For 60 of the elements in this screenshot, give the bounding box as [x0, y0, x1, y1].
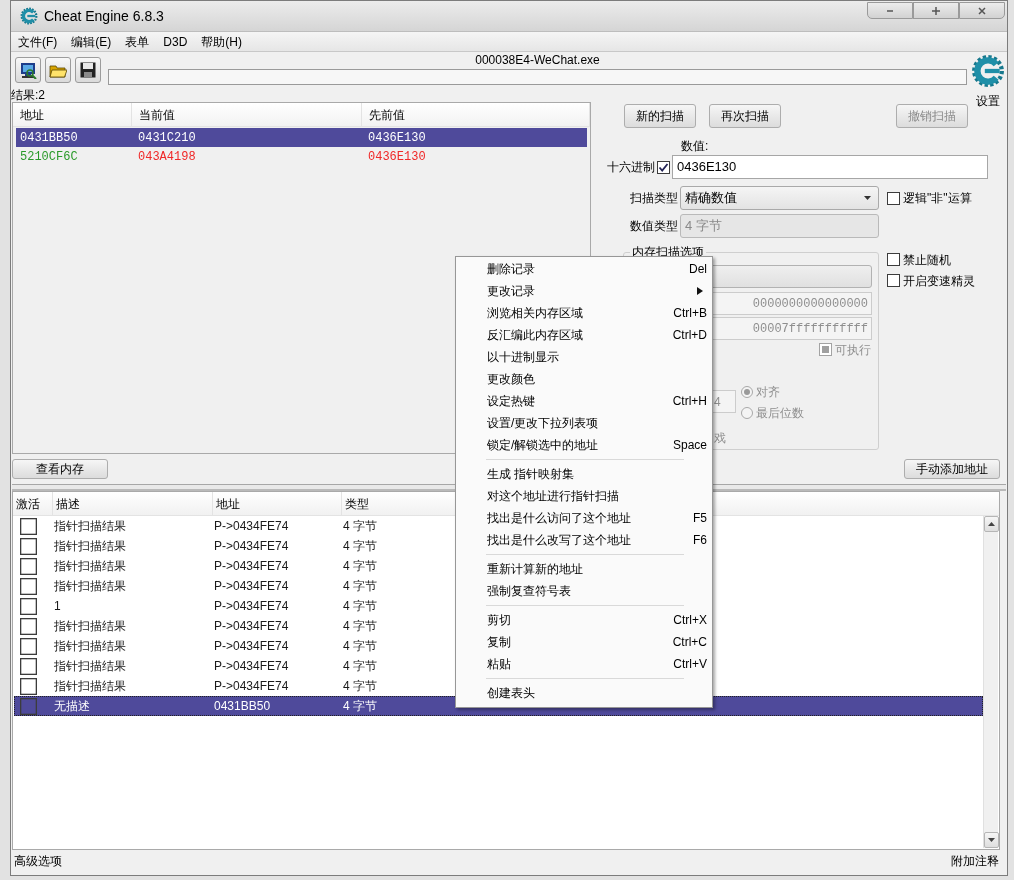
shortcut-label: F5: [693, 510, 707, 527]
table-cell-text: 4 字节: [342, 618, 378, 635]
table-cell-text: 0436E130: [367, 129, 427, 147]
table-cell-text: 指针扫描结果: [53, 658, 127, 675]
table-cell-text: 指针扫描结果: [53, 518, 127, 535]
table-cell-text: 4 字节: [342, 598, 378, 615]
table-cell-text: 指针扫描结果: [53, 558, 127, 575]
checkbox-label: 开启变速精灵: [903, 272, 975, 290]
table-cell-text: P->0434FE74: [213, 538, 290, 555]
table-cell-text: P->0434FE74: [213, 638, 290, 655]
table-cell-text: 0431C210: [137, 129, 197, 147]
table-cell-text: 043A4198: [137, 148, 197, 166]
window-title: Cheat Engine 6.8.3: [44, 8, 164, 24]
shortcut-label: Space: [672, 437, 707, 454]
table-cell-text: 5210CF6C: [19, 148, 79, 166]
shortcut-label: Ctrl+H: [672, 393, 707, 410]
table-cell-text: 4 字节: [342, 558, 378, 575]
table-cell-text: 0431BB50: [213, 698, 272, 715]
shortcut-label: Ctrl+D: [672, 327, 707, 344]
table-cell-text: P->0434FE74: [213, 658, 290, 675]
table-cell-text: 指针扫描结果: [53, 678, 127, 695]
radio-label: 最后位数: [756, 404, 804, 422]
shortcut-label: Ctrl+C: [672, 634, 707, 651]
table-cell-text: P->0434FE74: [213, 558, 290, 575]
table-cell-text: 0436E130: [367, 148, 427, 166]
table-cell-text: P->0434FE74: [213, 518, 290, 535]
table-cell-text: 指针扫描结果: [53, 618, 127, 635]
checkbox-label: 逻辑"非"运算: [903, 190, 972, 207]
table-cell-text: 4 字节: [342, 518, 378, 535]
table-cell-text: 指针扫描结果: [53, 538, 127, 555]
table-cell-text: 0431BB50: [19, 129, 79, 147]
table-cell-text: 4 字节: [342, 638, 378, 655]
shortcut-label: Ctrl+B: [673, 305, 707, 322]
checkbox-label: 禁止随机: [903, 251, 951, 269]
option-label: 戏: [714, 432, 726, 445]
scan-type-label: 扫描类型: [629, 190, 678, 207]
shortcut-label: F6: [693, 532, 707, 549]
results-count-label: 结果:2: [11, 88, 45, 102]
shortcut-label: Del: [689, 261, 707, 278]
table-cell-text: 4 字节: [342, 578, 378, 595]
shortcut-label: Ctrl+X: [673, 612, 707, 629]
value-label: 数值:: [681, 139, 709, 153]
table-cell-text: P->0434FE74: [213, 618, 290, 635]
table-cell-text: 1: [53, 598, 62, 615]
table-cell-text: 指针扫描结果: [53, 578, 127, 595]
table-cell-text: 4 字节: [342, 538, 378, 555]
process-name-label: 000038E4-WeChat.exe: [475, 53, 600, 68]
table-cell-text: 4 字节: [342, 698, 378, 715]
table-cell-text: P->0434FE74: [213, 678, 290, 695]
hex-label: 十六进制: [607, 159, 656, 176]
shortcut-label: Ctrl+V: [673, 656, 707, 673]
table-cell-text: 4 字节: [342, 678, 378, 695]
table-cell-text: P->0434FE74: [213, 598, 290, 615]
table-cell-text: 无描述: [53, 698, 91, 715]
radio-label: 对齐: [756, 383, 780, 401]
table-cell-text: P->0434FE74: [213, 578, 290, 595]
table-cell-text: 4 字节: [342, 658, 378, 675]
value-type-label: 数值类型: [629, 218, 678, 235]
table-cell-text: 指针扫描结果: [53, 638, 127, 655]
checkbox-label: 可执行: [835, 341, 871, 359]
